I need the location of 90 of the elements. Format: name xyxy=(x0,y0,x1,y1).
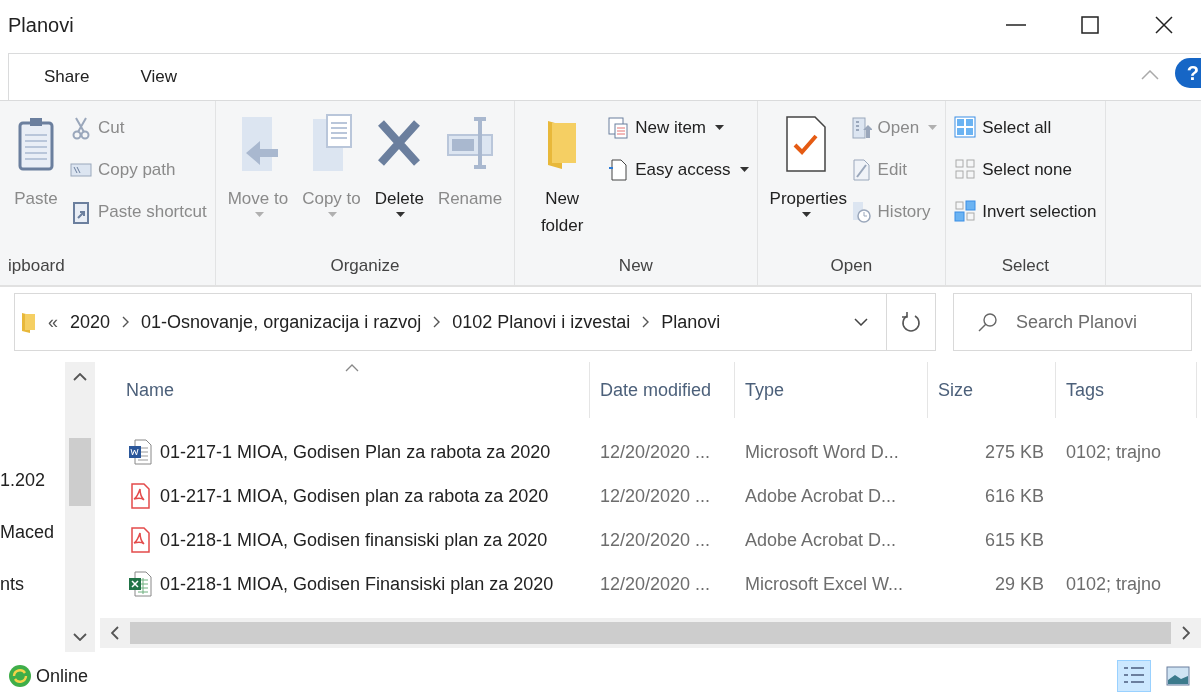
search-icon xyxy=(978,312,998,332)
column-header[interactable]: Size xyxy=(928,362,1056,418)
ribbon-tab[interactable]: Share xyxy=(27,57,107,97)
sort-icon xyxy=(345,364,359,372)
window-title: Planovi xyxy=(7,13,75,37)
ribbon-button[interactable]: Invert selection xyxy=(954,197,1097,226)
breadcrumb-item[interactable]: 01-Osnovanje, organizacija i razvoj xyxy=(141,311,422,333)
image-icon xyxy=(1166,665,1190,687)
ribbon-button[interactable]: Select all xyxy=(954,113,1097,142)
pdf-document-icon xyxy=(128,483,152,509)
vertical-scrollbar[interactable] xyxy=(65,362,95,652)
select-none-icon xyxy=(954,157,977,182)
column-header[interactable]: Date modified xyxy=(590,362,735,418)
ribbon-button[interactable]: New folder xyxy=(523,109,602,253)
collapse-ribbon-icon[interactable] xyxy=(1141,70,1159,80)
column-header[interactable]: Name xyxy=(100,362,590,418)
refresh-icon xyxy=(901,311,921,333)
file-name: 01-217-1 MIOA, Godisen plan za rabota za 2020 xyxy=(160,485,549,507)
breadcrumb-item[interactable]: 2020 xyxy=(70,311,111,333)
size-cell-text: 615 KB xyxy=(983,528,1045,552)
invert-selection-icon xyxy=(954,199,977,224)
close-icon xyxy=(1155,16,1173,34)
ribbon-button[interactable]: Delete xyxy=(370,109,428,253)
group-label: New xyxy=(617,255,654,277)
ribbon-button[interactable]: New item xyxy=(607,113,749,142)
help-button[interactable]: ? xyxy=(1175,58,1201,88)
ribbon-tab[interactable]: View xyxy=(123,57,194,97)
search-field[interactable]: Search Planovi xyxy=(1014,310,1188,334)
file-name-cell[interactable]: 01-217-1 MIOA, Godisen plan za rabota za 2020 xyxy=(100,474,590,518)
details-view-button[interactable] xyxy=(1117,660,1151,692)
ribbon-button[interactable]: Select none xyxy=(954,155,1097,184)
open-icon xyxy=(849,115,872,140)
search-box[interactable]: Search Planovi xyxy=(953,293,1192,351)
scroll-right-icon[interactable] xyxy=(1182,626,1190,640)
overflow-chevrons[interactable]: « xyxy=(48,311,58,333)
folder-icon xyxy=(22,311,36,333)
ribbon-button[interactable]: Easy access xyxy=(607,155,749,184)
breadcrumb-item[interactable]: Planovi xyxy=(661,311,721,333)
size-cell-text: 275 KB xyxy=(983,440,1045,464)
date-cell-text: 12/20/2020 ... xyxy=(599,484,712,508)
file-name: 01-218-1 MIOA, Godisen finansiski plan za 2020 xyxy=(160,529,548,551)
file-name: 01-218-1 MIOA, Godisen Finansiski plan za 2020 xyxy=(160,573,554,595)
type-cell-text: Microsoft Word D... xyxy=(744,440,900,464)
navigation-item[interactable]: 1.202 xyxy=(0,470,65,494)
chevron-down-icon xyxy=(854,318,868,326)
column-header[interactable]: Tags xyxy=(1056,362,1197,418)
tags-cell-text: 0102; trajno xyxy=(1065,440,1163,464)
scroll-down-icon[interactable] xyxy=(73,633,87,641)
type-cell-text: Adobe Acrobat D... xyxy=(744,484,898,508)
chevron-icon xyxy=(122,316,130,328)
file-name-cell[interactable]: 01-218-1 MIOA, Godisen Finansiski plan za 2020 xyxy=(100,562,590,606)
new-item-icon xyxy=(607,115,630,140)
horizontal-scrollbar[interactable] xyxy=(100,618,1201,648)
excel-document-icon xyxy=(128,571,152,597)
group-label: Select xyxy=(1000,255,1050,277)
navigation-item[interactable]: nts xyxy=(0,574,65,598)
date-cell-text: 12/20/2020 ... xyxy=(599,440,712,464)
type-cell-text: Microsoft Excel W... xyxy=(744,572,905,596)
status-text: Online xyxy=(36,665,90,687)
document-icon xyxy=(607,157,630,182)
address-bar[interactable]: « 2020 01-Osnovanje, organizacija i razvoj 0102 Planovi i izvestai Planovi xyxy=(14,293,936,351)
date-cell-text: 12/20/2020 ... xyxy=(599,528,712,552)
date-cell-text: 12/20/2020 ... xyxy=(599,572,712,596)
scrollbar-thumb[interactable] xyxy=(69,438,91,506)
scissors-icon xyxy=(70,115,92,140)
tags-cell-text: 0102; trajno xyxy=(1065,572,1163,596)
group-label: Organize xyxy=(329,255,401,277)
group-label: ipboard xyxy=(8,255,66,277)
file-name: 01-217-1 MIOA, Godisen Plan za rabota za 2020 xyxy=(160,441,551,463)
scrollbar-thumb[interactable] xyxy=(130,622,1171,644)
size-cell-text: 616 KB xyxy=(983,484,1045,508)
scroll-up-icon[interactable] xyxy=(73,373,87,381)
type-cell-text: Adobe Acrobat D... xyxy=(744,528,898,552)
maximize-icon xyxy=(1081,16,1099,34)
minimize-icon xyxy=(1006,24,1026,26)
group-label: Open xyxy=(829,255,874,277)
chevron-icon xyxy=(433,316,441,328)
word-document-icon xyxy=(128,439,152,465)
shortcut-icon xyxy=(70,199,92,224)
select-all-icon xyxy=(954,115,977,140)
file-name-cell[interactable]: 01-218-1 MIOA, Godisen finansiski plan za 2020 xyxy=(100,518,590,562)
breadcrumb-item[interactable]: 0102 Planovi i izvestai xyxy=(452,311,631,333)
navigation-item[interactable]: Maced xyxy=(0,522,65,546)
scroll-left-icon[interactable] xyxy=(111,626,119,640)
column-header[interactable]: Type xyxy=(735,362,928,418)
size-cell-text: 29 KB xyxy=(993,572,1045,596)
chevron-icon xyxy=(642,316,650,328)
pdf-document-icon xyxy=(128,527,152,553)
sync-icon xyxy=(8,664,32,688)
file-name-cell[interactable]: 01-217-1 MIOA, Godisen Plan za rabota za 2020 xyxy=(100,430,590,474)
